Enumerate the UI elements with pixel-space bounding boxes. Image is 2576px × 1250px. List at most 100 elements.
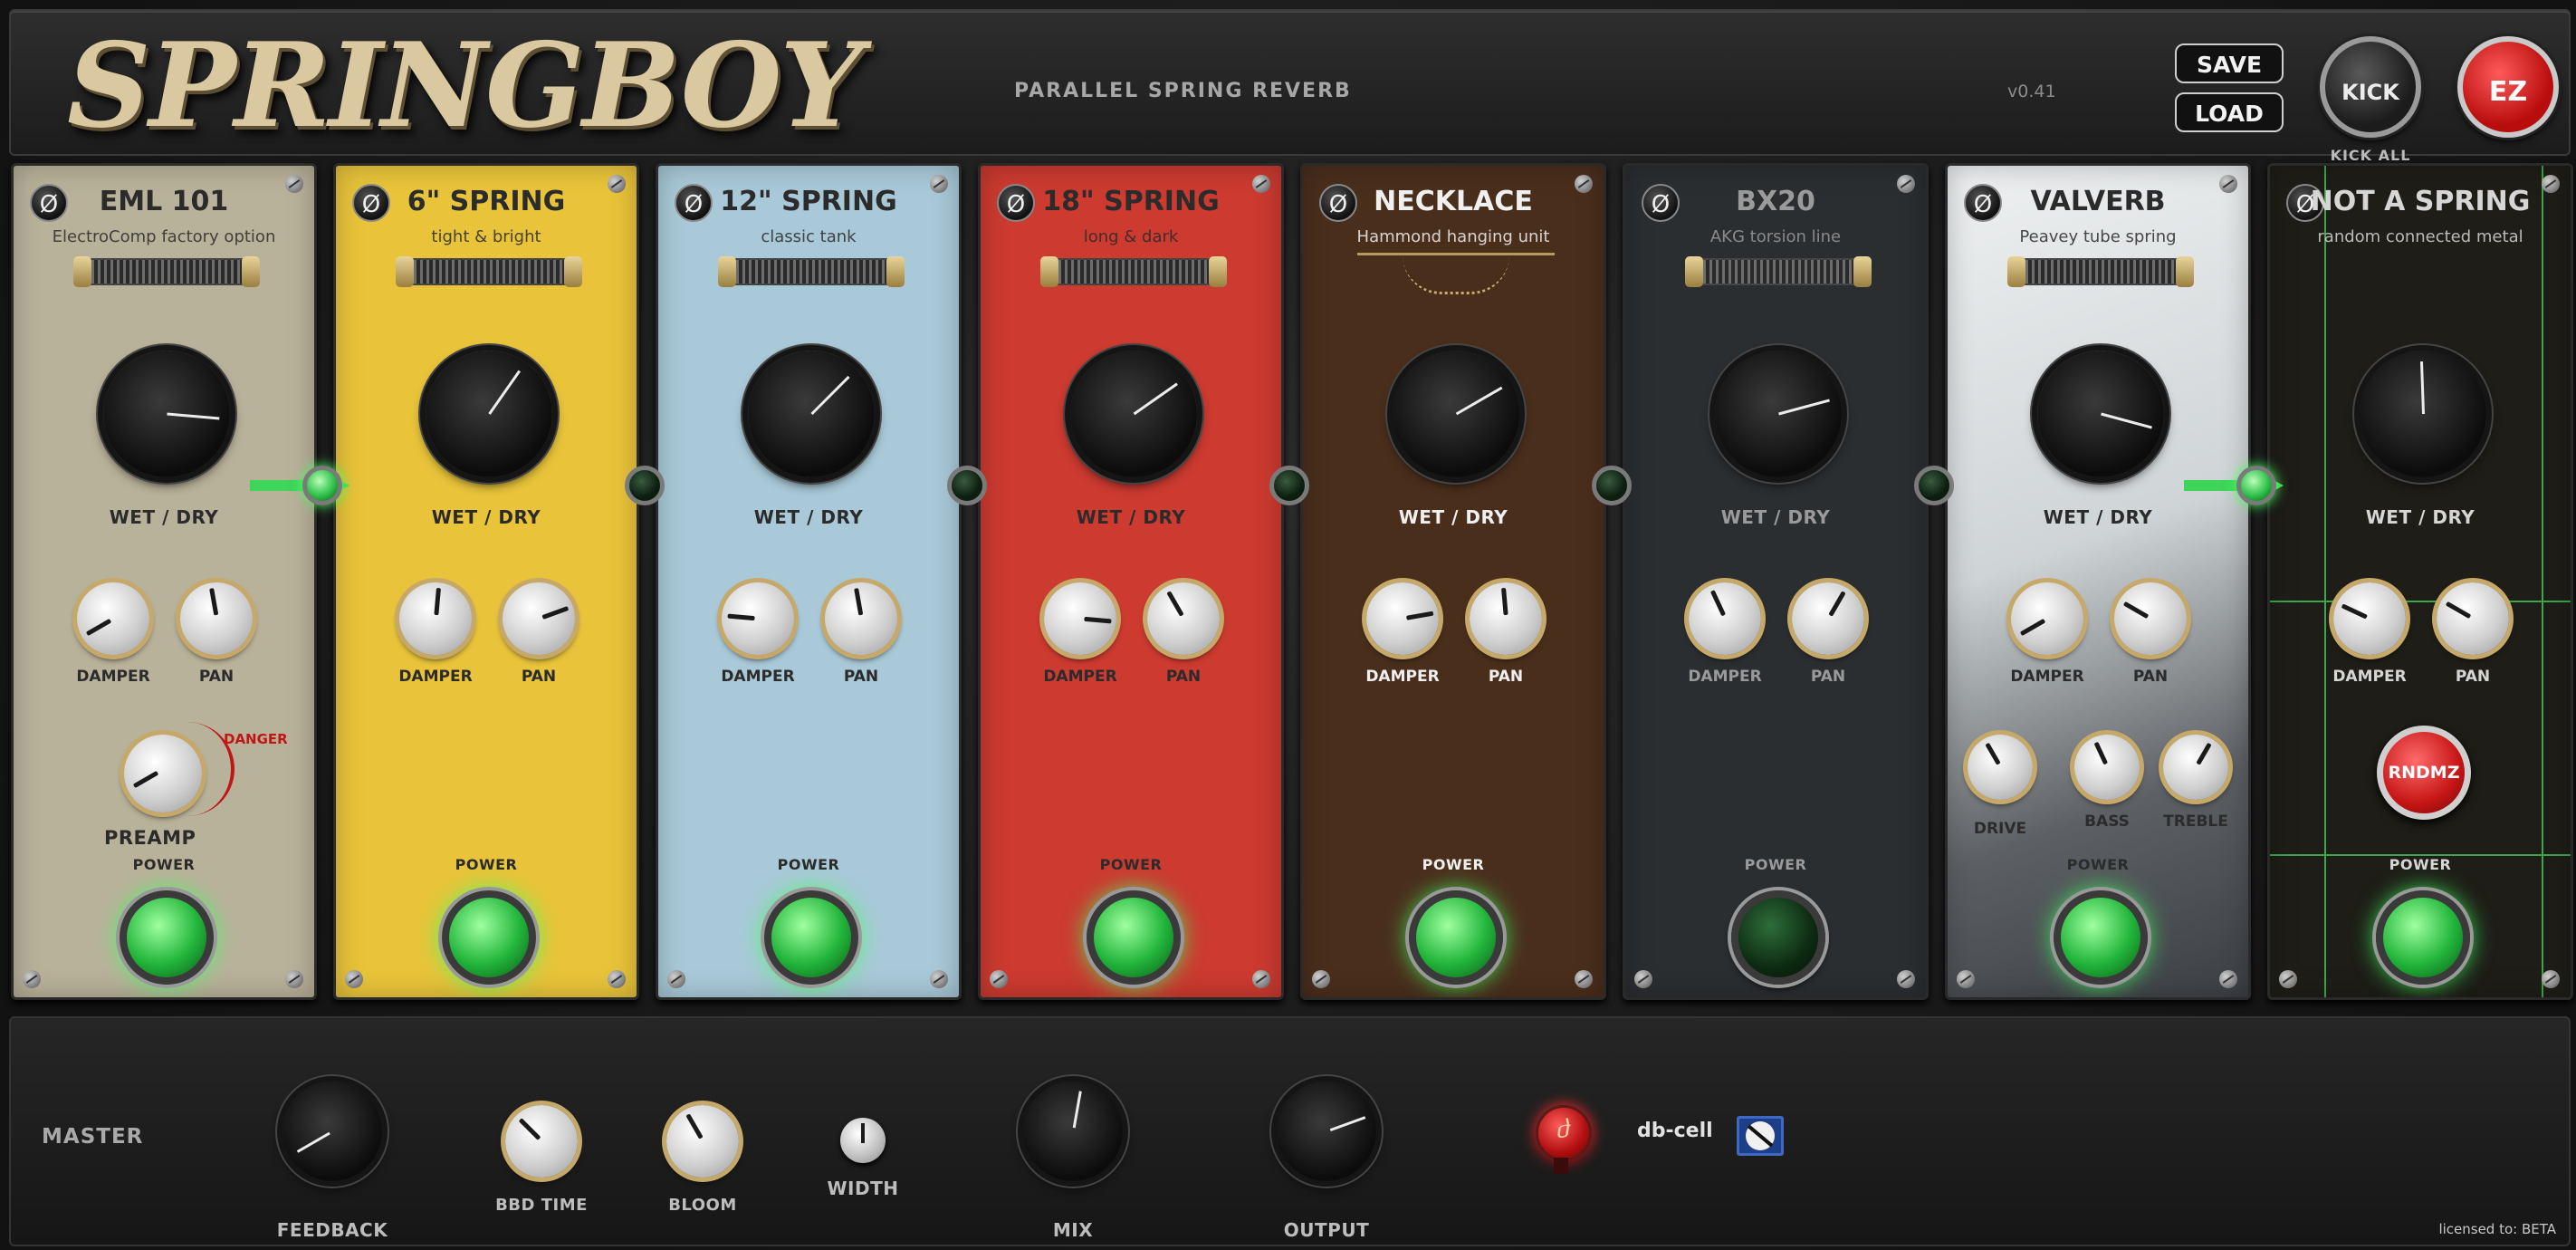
damper-label: DAMPER <box>721 668 795 686</box>
link-connector[interactable] <box>1269 466 1309 505</box>
pan-knob[interactable] <box>1147 582 1220 655</box>
pan-pointer <box>1828 591 1846 617</box>
drive-knob[interactable] <box>1968 735 2033 800</box>
screw-icon <box>1252 970 1270 988</box>
wet-dry-knob[interactable] <box>2360 351 2486 477</box>
danger-arc <box>149 722 235 816</box>
pan-knob[interactable] <box>1792 582 1864 655</box>
save-button[interactable]: SAVE <box>2175 43 2284 83</box>
module-title: NOT A SPRING <box>2310 186 2531 217</box>
spring-icon <box>396 256 582 287</box>
mix-knob[interactable] <box>1023 1082 1123 1181</box>
dbcell-toggle[interactable] <box>1737 1116 1784 1156</box>
power-label: POWER <box>1099 856 1163 873</box>
damper-knob[interactable] <box>1044 582 1116 655</box>
pan-knob[interactable] <box>2114 582 2187 655</box>
pan-label: PAN <box>843 668 879 686</box>
wet-dry-label: WET / DRY <box>2365 506 2475 528</box>
link-connector[interactable] <box>1914 466 1954 505</box>
link-connector[interactable] <box>2236 466 2276 505</box>
module-title: 12" SPRING <box>720 186 897 217</box>
wet-dry-knob[interactable] <box>1715 351 1842 477</box>
module-title: NECKLACE <box>1374 186 1533 217</box>
pan-knob[interactable] <box>2437 582 2509 655</box>
pan-label: PAN <box>1810 668 1846 686</box>
link-connector[interactable] <box>625 466 665 505</box>
module-18-spring: Ø 18" SPRING long & dark WET / DRY DAMPER PAN… <box>978 163 1284 1000</box>
module-necklace: Ø NECKLACE Hammond hanging unit WET / DRY DA… <box>1300 163 1606 1000</box>
feedback-pointer <box>296 1131 330 1153</box>
width-knob[interactable] <box>840 1118 886 1163</box>
screw-icon <box>1897 970 1915 988</box>
wet-dry-pointer <box>1455 386 1503 416</box>
output-knob[interactable] <box>1277 1082 1376 1181</box>
module-bx20: Ø BX20 AKG torsion line WET / DRY DAMPER PAN P… <box>1623 163 1929 1000</box>
bbd-time-knob[interactable] <box>505 1105 578 1178</box>
module-6-spring: Ø 6" SPRING tight & bright WET / DRY DAMPER P… <box>333 163 639 1000</box>
kick-all-button[interactable]: KICK <box>2320 36 2421 138</box>
dbcell-lamp-icon[interactable]: ⴛ <box>1536 1105 1592 1161</box>
module-description: long & dark <box>1083 227 1179 246</box>
power-button[interactable] <box>1409 890 1503 985</box>
pan-pointer <box>854 588 864 616</box>
pan-knob[interactable] <box>503 582 575 655</box>
damper-knob[interactable] <box>2333 582 2406 655</box>
power-button[interactable] <box>1731 890 1825 985</box>
pan-pointer <box>2122 601 2150 620</box>
wet-dry-pointer <box>167 412 220 420</box>
damper-knob[interactable] <box>722 582 794 655</box>
pan-label: PAN <box>521 668 557 686</box>
pan-label: PAN <box>1165 668 1202 686</box>
necklace-icon <box>1357 253 1555 301</box>
pan-knob[interactable] <box>1470 582 1542 655</box>
damper-knob[interactable] <box>399 582 472 655</box>
power-button[interactable] <box>1087 890 1181 985</box>
module-description: classic tank <box>761 227 857 246</box>
wet-dry-knob[interactable] <box>103 351 230 477</box>
wet-dry-knob[interactable] <box>426 351 552 477</box>
power-button[interactable] <box>120 890 214 985</box>
wet-dry-label: WET / DRY <box>1076 506 1186 528</box>
damper-label: DAMPER <box>2332 668 2407 686</box>
damper-knob[interactable] <box>1366 582 1439 655</box>
screw-icon <box>1634 970 1652 988</box>
wet-dry-knob[interactable] <box>2037 351 2164 477</box>
dbcell-toggle-disc <box>1746 1121 1775 1150</box>
damper-knob[interactable] <box>77 582 149 655</box>
wet-dry-pointer <box>1133 382 1178 416</box>
screw-icon <box>1312 970 1330 988</box>
pan-knob[interactable] <box>180 582 253 655</box>
power-button[interactable] <box>442 890 536 985</box>
module-title: VALVERB <box>2030 186 2166 217</box>
power-button[interactable] <box>2054 890 2148 985</box>
module-not-a-spring: Ø NOT A SPRING random connected metal WET /… <box>2267 163 2573 1000</box>
bass-knob[interactable] <box>2074 735 2140 800</box>
master-section: MASTER FEEDBACK BBD TIME BLOOM WIDTH MIX… <box>9 1016 2571 1246</box>
load-button[interactable]: LOAD <box>2175 92 2284 132</box>
damper-knob[interactable] <box>1689 582 1761 655</box>
wet-dry-knob[interactable] <box>1393 351 1519 477</box>
ez-button[interactable]: EZ <box>2457 36 2559 138</box>
wet-dry-knob[interactable] <box>1070 351 1197 477</box>
bloom-knob[interactable] <box>666 1105 739 1178</box>
bloom-label: BLOOM <box>668 1196 737 1215</box>
treble-knob[interactable] <box>2163 735 2228 800</box>
spring-icon <box>1685 256 1872 287</box>
link-connector[interactable] <box>947 466 987 505</box>
module-description: ElectroComp factory option <box>52 227 276 246</box>
feedback-knob[interactable] <box>282 1082 382 1181</box>
damper-knob[interactable] <box>2011 582 2083 655</box>
power-button[interactable] <box>764 890 858 985</box>
pan-knob[interactable] <box>825 582 897 655</box>
power-button[interactable] <box>2376 890 2470 985</box>
randomize-button[interactable]: RNDMZ <box>2377 726 2471 820</box>
damper-pointer <box>85 618 112 637</box>
bbd-time-pointer <box>518 1118 541 1140</box>
preamp-label: PREAMP <box>104 827 196 849</box>
wet-dry-knob[interactable] <box>748 351 875 477</box>
bass-pointer <box>2093 741 2109 765</box>
link-connector[interactable] <box>302 466 342 505</box>
damper-label: DAMPER <box>1688 668 1762 686</box>
module-description: tight & bright <box>431 227 541 246</box>
link-connector[interactable] <box>1592 466 1632 505</box>
